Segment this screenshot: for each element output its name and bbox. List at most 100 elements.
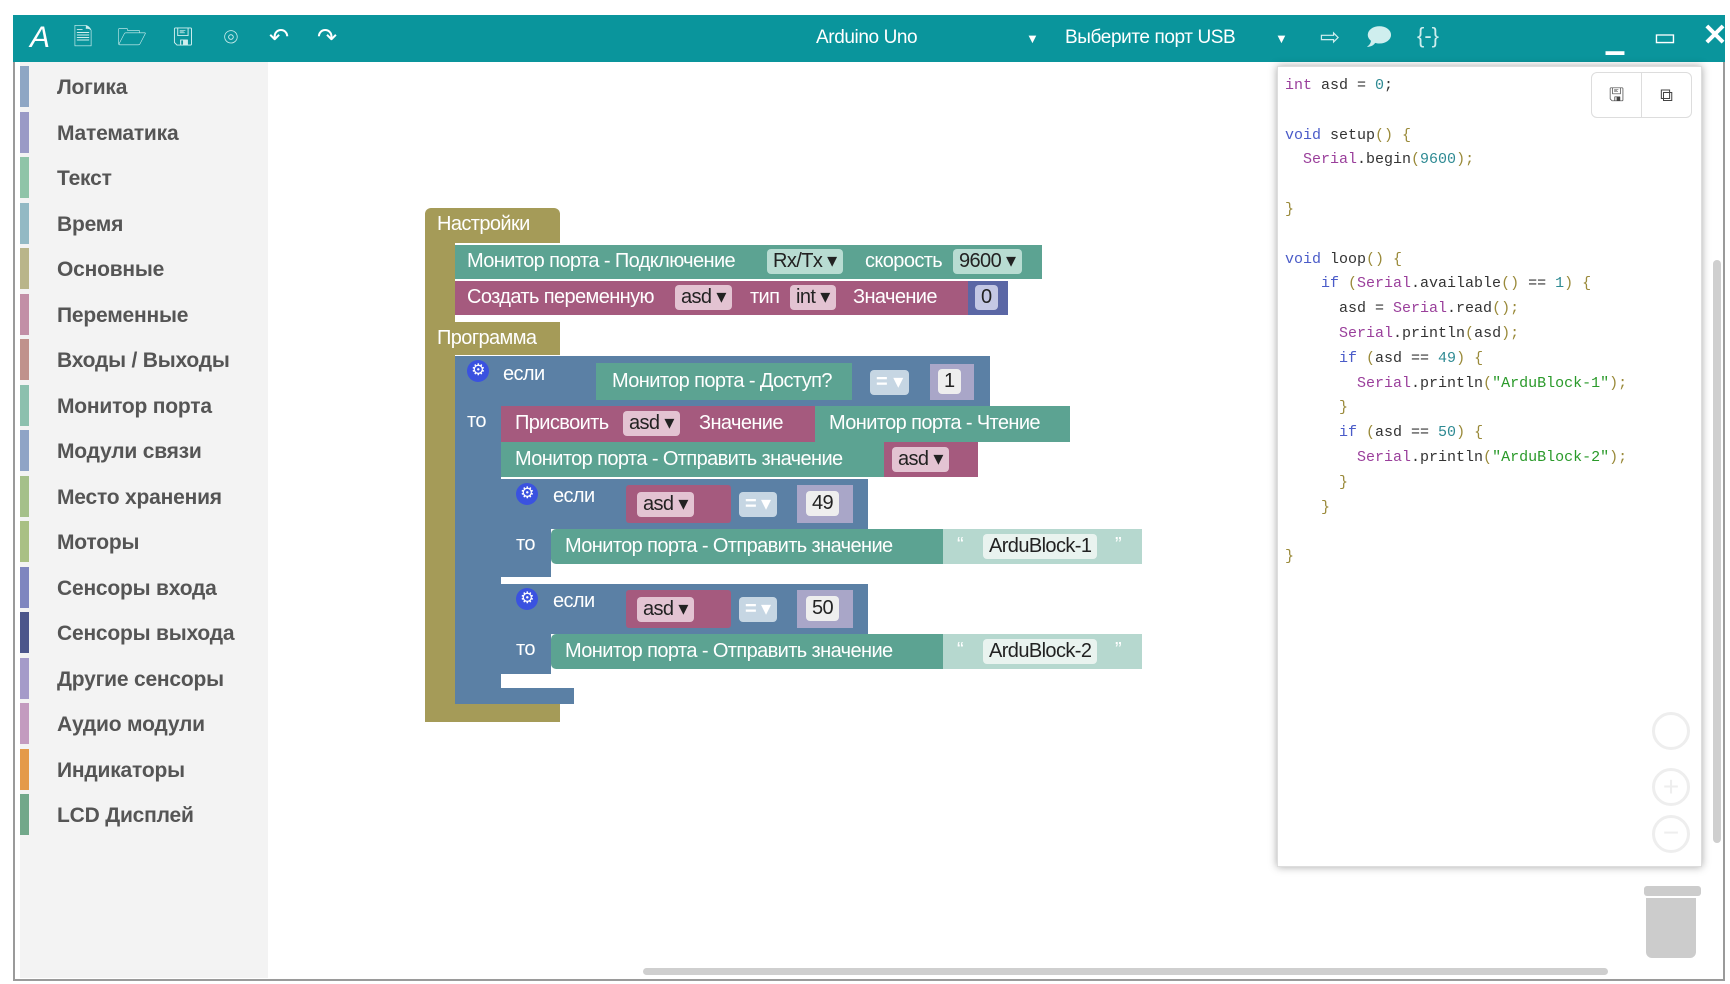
assign-block[interactable]: Присвоить asd ▾ Значение <box>501 406 815 442</box>
sidebar-item[interactable]: Место хранения <box>20 475 268 517</box>
variable-dropdown[interactable]: asd ▾ <box>623 411 680 436</box>
undo-icon[interactable]: ↶ <box>262 23 296 53</box>
trash-lid <box>1644 886 1701 896</box>
sidebar-item[interactable]: Моторы <box>20 521 268 562</box>
string-value[interactable]: ArduBlock-1 <box>983 534 1098 559</box>
variable-dropdown[interactable]: asd ▾ <box>675 285 732 310</box>
number-value[interactable]: 49 <box>806 491 840 516</box>
operator-dropdown[interactable]: = ▾ <box>739 597 777 622</box>
recenter-icon[interactable] <box>1652 712 1690 750</box>
serial-available-block[interactable]: Монитор порта - Доступ? <box>596 363 852 400</box>
string-block[interactable]: “ ArduBlock-1 ” <box>943 529 1142 564</box>
gear-icon[interactable]: ⚙ <box>467 360 489 382</box>
gear-icon[interactable]: ⚙ <box>516 483 538 505</box>
code-token: int <box>1285 77 1313 94</box>
type-dropdown[interactable]: int ▾ <box>790 285 836 310</box>
if-block[interactable]: ⚙ если asd ▾ = ▾ 50 <box>501 584 868 634</box>
sidebar-item[interactable]: Переменные <box>20 293 268 335</box>
program-block[interactable]: Программа <box>425 322 560 355</box>
serial-send-block[interactable]: Монитор порта - Отправить значение <box>551 634 943 669</box>
sidebar-item[interactable]: Индикаторы <box>20 748 268 790</box>
gear-icon[interactable]: ⚙ <box>516 588 538 610</box>
sidebar-item[interactable]: Текст <box>20 157 268 198</box>
open-file-icon[interactable]: 🗁 <box>115 23 149 53</box>
operator-dropdown[interactable]: = ▾ <box>739 492 777 517</box>
number-value[interactable]: 50 <box>806 596 840 621</box>
save-code-button[interactable]: 🖫 <box>1591 72 1642 118</box>
variable-dropdown[interactable]: asd ▾ <box>637 492 694 517</box>
variable-dropdown[interactable]: asd ▾ <box>892 447 949 472</box>
sidebar-item[interactable]: Основные <box>20 248 268 289</box>
code-token: 9600 <box>1420 151 1457 169</box>
ardublock-logo-icon[interactable]: A <box>23 23 57 53</box>
serial-connect-block[interactable]: Монитор порта - Подключение Rx/Tx ▾ скор… <box>455 245 1042 279</box>
serial-send-block[interactable]: Монитор порта - Отправить значение <box>551 529 943 564</box>
horizontal-scrollbar[interactable] <box>643 968 1608 975</box>
serial-read-block[interactable]: Монитор порта - Чтение <box>815 406 1070 442</box>
then-label: то <box>516 638 535 660</box>
speed-dropdown[interactable]: 9600 ▾ <box>953 249 1022 274</box>
create-variable-block[interactable]: Создать переменную asd ▾ тип int ▾ Значе… <box>455 281 968 315</box>
new-file-icon[interactable]: 🗎 <box>66 23 100 53</box>
setup-block[interactable]: Настройки <box>425 208 560 243</box>
zoom-in-icon[interactable]: + <box>1652 768 1690 806</box>
sidebar-item-label: Моторы <box>57 531 140 554</box>
minimize-icon[interactable]: ▁ <box>1598 27 1632 57</box>
code-token: .println <box>1393 325 1466 342</box>
sidebar-item[interactable]: Сенсоры входа <box>20 566 268 608</box>
screenshot-icon[interactable]: ⌾ <box>214 23 248 53</box>
vertical-scrollbar[interactable] <box>1713 260 1721 843</box>
close-icon[interactable]: ✕ <box>1698 21 1730 51</box>
serial-monitor-icon[interactable]: 🗩 <box>1362 23 1396 53</box>
copy-code-button[interactable]: ⧉ <box>1641 72 1692 118</box>
zoom-out-icon[interactable]: − <box>1652 815 1690 853</box>
variable-dropdown[interactable]: asd ▾ <box>637 597 694 622</box>
string-value[interactable]: ArduBlock-2 <box>983 639 1098 664</box>
code-token: == <box>1519 275 1556 293</box>
code-token: ( <box>1411 151 1421 169</box>
label: Значение <box>699 412 784 434</box>
code-line: } <box>1285 201 1294 218</box>
sidebar-item[interactable]: Входы / Выходы <box>20 339 268 380</box>
code-line: void loop() { <box>1285 251 1402 268</box>
code-token: } <box>1285 498 1331 516</box>
variable-block[interactable]: asd ▾ <box>884 442 978 477</box>
sidebar-item[interactable]: Сенсоры выхода <box>20 612 268 653</box>
board-dropdown-icon[interactable]: ▼ <box>1026 31 1039 46</box>
code-line: if (Serial.available() == 1) { <box>1285 275 1591 292</box>
label: тип <box>750 286 780 308</box>
operator-dropdown[interactable]: = ▾ <box>870 370 910 395</box>
sidebar-item[interactable]: Время <box>20 202 268 244</box>
code-token: Serial <box>1285 374 1412 392</box>
code-panel[interactable]: 🖫 ⧉ int asd = 0; void setup() { Serial.be… <box>1277 66 1702 867</box>
code-line: Serial.println(asd); <box>1285 325 1519 342</box>
serial-send-block[interactable]: Монитор порта - Отправить значение <box>501 442 884 477</box>
string-block[interactable]: “ ArduBlock-2 ” <box>943 634 1142 669</box>
save-icon[interactable]: 🖫 <box>166 23 200 53</box>
sidebar-item[interactable]: Логика <box>20 66 268 107</box>
sidebar-item[interactable]: Другие сенсоры <box>20 657 268 699</box>
port-dropdown-icon[interactable]: ▼ <box>1275 31 1288 46</box>
redo-icon[interactable]: ↷ <box>310 23 344 53</box>
number-block[interactable]: 0 <box>968 281 1008 315</box>
rxtx-dropdown[interactable]: Rx/Tx ▾ <box>767 249 843 274</box>
category-color <box>20 475 29 517</box>
upload-icon[interactable]: ⇨ <box>1313 23 1347 53</box>
trash-icon[interactable] <box>1646 898 1696 958</box>
code-token: ( <box>1483 449 1493 466</box>
sidebar-item[interactable]: Математика <box>20 111 268 153</box>
code-view-icon[interactable]: {‑} <box>1411 21 1445 51</box>
board-select[interactable]: Arduino Uno <box>816 27 918 49</box>
maximize-icon[interactable]: ▭ <box>1648 23 1682 53</box>
code-token: } <box>1285 473 1349 491</box>
port-select[interactable]: Выберите порт USB <box>1065 27 1236 49</box>
sidebar-item[interactable]: LCD Дисплей <box>20 794 268 835</box>
label: Монитор порта - Отправить значение <box>565 535 893 557</box>
sidebar-item[interactable]: Аудио модули <box>20 703 268 744</box>
if-label: если <box>503 363 545 385</box>
sidebar-item[interactable]: Модули связи <box>20 430 268 471</box>
if-block[interactable]: ⚙ если asd ▾ = ▾ 49 <box>501 479 868 529</box>
sidebar-item[interactable]: Монитор порта <box>20 384 268 426</box>
code-line: Serial.println("ArduBlock-1"); <box>1285 375 1627 392</box>
number-block[interactable]: 1 <box>930 364 974 400</box>
